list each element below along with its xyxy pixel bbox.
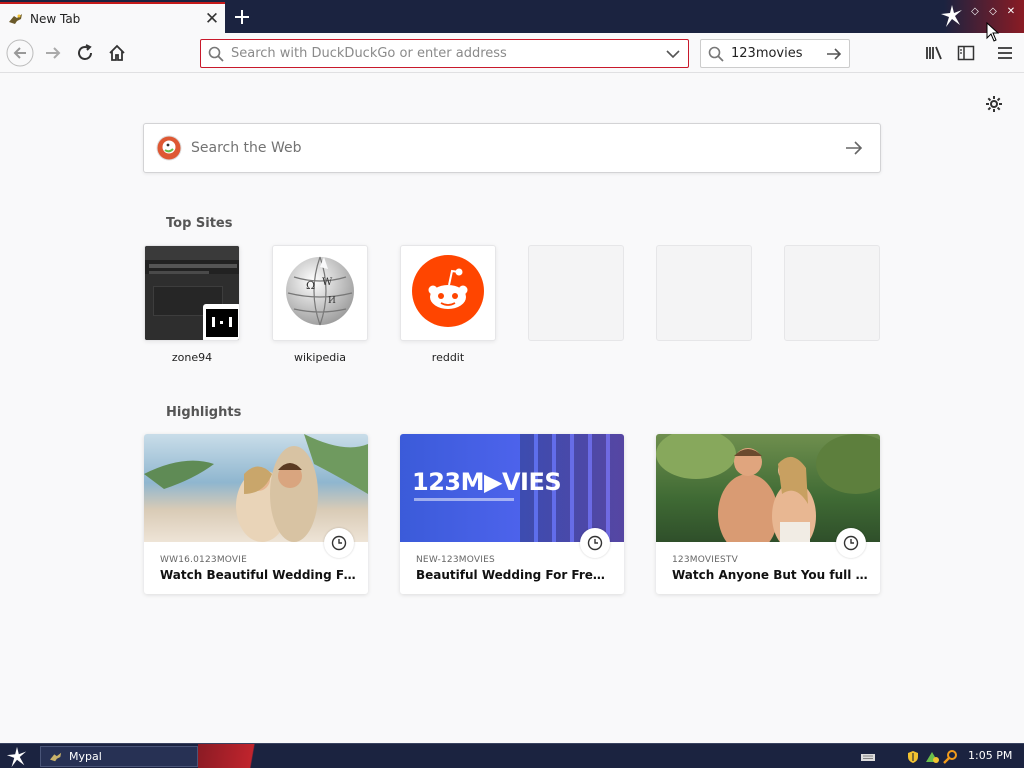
taskbar-clock: 1:05 PM <box>968 749 1013 762</box>
highlight-card[interactable]: 123MOVIESTV Watch Anyone But You full mo… <box>656 434 880 594</box>
svg-text:Ω: Ω <box>306 279 315 292</box>
clock-icon <box>324 528 354 558</box>
top-site-zone94[interactable]: zone94 <box>144 245 240 364</box>
mypal-icon <box>50 752 62 761</box>
site-label: wikipedia <box>293 351 346 364</box>
network-icon[interactable] <box>924 749 940 763</box>
search-icon <box>201 46 231 62</box>
back-button[interactable] <box>5 38 35 68</box>
site-tile[interactable] <box>400 245 496 341</box>
highlight-card[interactable]: WW16.0123MOVIE Watch Beautiful Wedding F… <box>144 434 368 594</box>
movies-logo-text: 123M▶VIES <box>412 468 562 496</box>
highlight-image <box>656 434 880 542</box>
tab-title: New Tab <box>30 11 81 26</box>
highlight-title: Watch Beautiful Wedding For Fr... <box>160 568 356 582</box>
close-tab-icon[interactable]: ✕ <box>199 6 225 32</box>
site-tile[interactable] <box>144 245 240 341</box>
top-site-empty[interactable] <box>656 245 752 351</box>
clock-icon <box>836 528 866 558</box>
web-search-input[interactable] <box>191 140 838 156</box>
minimize-icon[interactable]: ◇ <box>968 4 982 18</box>
forward-button[interactable] <box>38 38 68 68</box>
site-label: zone94 <box>171 351 213 364</box>
top-site-empty[interactable] <box>784 245 880 351</box>
highlight-image <box>144 434 368 542</box>
svg-text:W: W <box>322 277 333 288</box>
empty-site-tile[interactable] <box>784 245 880 341</box>
top-site-reddit[interactable]: reddit <box>400 245 496 364</box>
tab-new-tab[interactable]: New Tab ✕ <box>0 2 225 33</box>
new-tab-button[interactable] <box>229 4 255 30</box>
taskbar: Mypal 1:05 PM <box>0 743 1024 768</box>
taskbar-item-mypal[interactable]: Mypal <box>40 746 198 767</box>
star-icon <box>940 4 964 28</box>
zone94-favicon <box>203 304 239 340</box>
site-label: reddit <box>431 351 465 364</box>
wikipedia-globe-icon: Ω W И <box>284 255 356 331</box>
title-bar: New Tab ✕ ◇ ◇ ✕ <box>0 0 1024 33</box>
close-window-icon[interactable]: ✕ <box>1004 4 1018 18</box>
reddit-icon <box>411 254 485 332</box>
mouse-cursor-icon <box>986 21 1000 42</box>
gear-icon[interactable] <box>983 93 1005 115</box>
navigation-toolbar <box>0 33 1024 73</box>
site-tile[interactable]: Ω W И <box>272 245 368 341</box>
maximize-icon[interactable]: ◇ <box>986 4 1000 18</box>
menu-button[interactable] <box>990 38 1020 68</box>
highlight-title: Watch Anyone But You full movi... <box>672 568 868 582</box>
window-controls: ◇ ◇ ✕ <box>968 4 1018 18</box>
reload-button[interactable] <box>70 38 100 68</box>
go-arrow-icon[interactable] <box>821 47 847 61</box>
taskbar-item-label: Mypal <box>69 750 102 763</box>
mypal-icon <box>8 12 24 26</box>
library-button[interactable] <box>919 38 949 68</box>
highlight-source: 123MOVIESTV <box>672 555 738 565</box>
top-site-empty[interactable] <box>528 245 624 351</box>
top-site-wikipedia[interactable]: Ω W И wikipedia <box>272 245 368 364</box>
highlight-card[interactable]: 123M▶VIES NEW-123MOVIES Beautiful Weddin… <box>400 434 624 594</box>
highlights-heading: Highlights <box>166 405 242 420</box>
highlight-source: NEW-123MOVIES <box>416 555 495 565</box>
highlight-title: Beautiful Wedding For Free with... <box>416 568 612 582</box>
top-sites-heading: Top Sites <box>166 216 233 231</box>
taskbar-decoration <box>198 744 318 768</box>
address-input[interactable] <box>231 46 658 61</box>
clock-icon <box>580 528 610 558</box>
search-icon <box>701 46 731 62</box>
empty-site-tile[interactable] <box>656 245 752 341</box>
chevron-down-icon[interactable] <box>658 49 688 59</box>
keyboard-icon[interactable] <box>860 749 876 763</box>
web-search-box[interactable] <box>143 123 881 173</box>
empty-site-tile[interactable] <box>528 245 624 341</box>
url-bar[interactable] <box>200 39 689 68</box>
search-bar[interactable] <box>700 39 850 68</box>
search-go-arrow-icon[interactable] <box>838 132 870 164</box>
home-button[interactable] <box>102 38 132 68</box>
sidebar-button[interactable] <box>951 38 981 68</box>
highlight-image: 123M▶VIES <box>400 434 624 542</box>
highlight-source: WW16.0123MOVIE <box>160 555 248 565</box>
svg-text:И: И <box>328 296 336 306</box>
shield-icon[interactable] <box>906 749 922 763</box>
search-tray-icon[interactable] <box>943 749 959 764</box>
duckduckgo-icon <box>156 135 182 161</box>
search-bar-input[interactable] <box>731 46 821 61</box>
start-star-icon[interactable] <box>6 746 28 768</box>
